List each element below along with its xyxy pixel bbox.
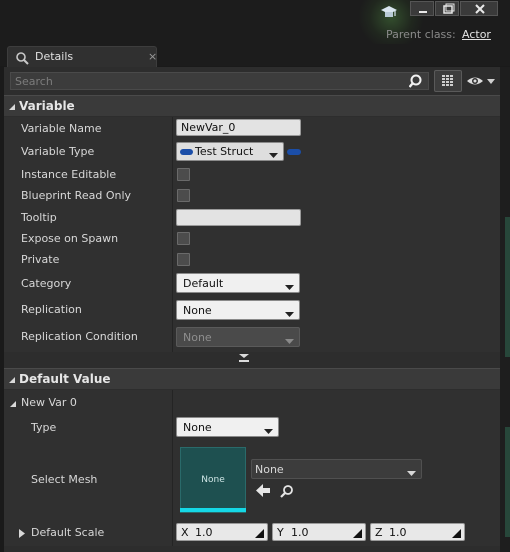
- category-value: Default: [183, 277, 224, 290]
- y-value: 1.0: [291, 526, 309, 539]
- type-value: None: [183, 421, 212, 434]
- replication-label: Replication: [21, 303, 82, 316]
- rep-condition-label: Replication Condition: [21, 330, 138, 343]
- tooltip-label: Tooltip: [21, 211, 57, 224]
- default-value-section-title: Default Value: [19, 372, 111, 386]
- expand-arrow-icon[interactable]: [9, 398, 17, 411]
- variable-name-label: Variable Name: [21, 122, 102, 135]
- scale-x-input[interactable]: X 1.0: [176, 523, 268, 541]
- expose-on-spawn-checkbox[interactable]: [177, 232, 190, 245]
- resize-handle-icon: [255, 528, 264, 541]
- viewport-edge: [500, 67, 510, 552]
- resize-handle-icon: [353, 528, 362, 541]
- rep-condition-value: None: [183, 331, 212, 344]
- parent-class-link[interactable]: Actor: [462, 28, 491, 41]
- expand-right-icon[interactable]: [19, 528, 25, 541]
- bp-read-only-label: Blueprint Read Only: [21, 189, 132, 202]
- variable-section-title: Variable: [19, 99, 75, 113]
- tab-close-icon[interactable]: ×: [148, 50, 157, 63]
- container-type-icon[interactable]: [287, 149, 301, 155]
- property-matrix-button[interactable]: [434, 70, 462, 92]
- chevron-down-icon: [285, 335, 294, 348]
- scale-z-input[interactable]: Z 1.0: [370, 523, 465, 541]
- column-divider[interactable]: [172, 117, 173, 352]
- chevron-down-icon: [264, 425, 273, 438]
- chevron-down-icon: [285, 281, 294, 294]
- instance-editable-label: Instance Editable: [21, 168, 117, 181]
- new-var-label: New Var 0: [21, 396, 77, 409]
- select-mesh-label: Select Mesh: [31, 473, 98, 486]
- resize-handle-icon: [452, 528, 461, 541]
- mesh-type-bar: [180, 508, 246, 512]
- variable-type-value: Test Struct: [195, 145, 254, 158]
- collapse-arrow-icon: [8, 374, 16, 387]
- search-input[interactable]: [11, 73, 428, 89]
- column-divider[interactable]: [172, 390, 173, 546]
- collapse-arrow-icon: [8, 101, 16, 114]
- instance-editable-checkbox[interactable]: [177, 168, 190, 181]
- type-label: Type: [31, 421, 57, 434]
- advanced-expand[interactable]: [4, 352, 500, 364]
- expose-on-spawn-label: Expose on Spawn: [21, 232, 119, 245]
- type-dropdown[interactable]: None: [176, 417, 279, 437]
- close-window-button[interactable]: [460, 1, 498, 16]
- z-value: 1.0: [389, 526, 407, 539]
- x-axis-label: X: [181, 526, 189, 539]
- category-combo[interactable]: Default: [176, 273, 300, 293]
- details-icon: [15, 51, 29, 68]
- expand-advanced-icon: [239, 354, 249, 362]
- browse-search-icon[interactable]: [280, 484, 294, 501]
- graduation-cap-icon[interactable]: [380, 4, 398, 20]
- maximize-button[interactable]: [435, 1, 459, 16]
- tooltip-input[interactable]: [176, 209, 301, 226]
- struct-pin-icon: [180, 149, 193, 155]
- replication-dropdown[interactable]: None: [176, 300, 300, 320]
- tab-details-label: Details: [35, 50, 74, 63]
- variable-type-dropdown[interactable]: Test Struct: [176, 142, 284, 161]
- chevron-down-icon: [269, 149, 278, 162]
- search-box[interactable]: [10, 72, 429, 90]
- private-label: Private: [21, 253, 60, 266]
- y-axis-label: Y: [277, 526, 284, 539]
- search-icon[interactable]: [408, 73, 425, 92]
- category-label: Category: [21, 277, 72, 290]
- z-axis-label: Z: [375, 526, 383, 539]
- rep-condition-dropdown[interactable]: None: [176, 327, 300, 347]
- minimize-button[interactable]: [410, 1, 434, 16]
- mesh-thumbnail[interactable]: None: [180, 447, 246, 513]
- view-options-button[interactable]: [465, 72, 497, 90]
- default-value-section-header[interactable]: Default Value: [4, 368, 500, 389]
- tab-details[interactable]: Details ×: [7, 46, 157, 68]
- parent-class-label: Parent class:: [386, 28, 456, 41]
- use-selected-arrow-icon[interactable]: [256, 484, 271, 500]
- mesh-dropdown[interactable]: None: [251, 459, 422, 479]
- replication-value: None: [183, 304, 212, 317]
- x-value: 1.0: [195, 526, 213, 539]
- scale-y-input[interactable]: Y 1.0: [272, 523, 366, 541]
- chevron-down-icon: [407, 467, 416, 480]
- chevron-down-icon: [285, 308, 294, 321]
- mesh-value: None: [255, 463, 284, 476]
- default-scale-label: Default Scale: [31, 526, 105, 539]
- variable-name-input[interactable]: NewVar_0: [176, 119, 301, 136]
- private-checkbox[interactable]: [177, 253, 190, 266]
- bp-read-only-checkbox[interactable]: [177, 189, 190, 202]
- mesh-thumbnail-text: None: [201, 475, 225, 485]
- variable-section-header[interactable]: Variable: [4, 95, 500, 116]
- variable-type-label: Variable Type: [21, 145, 95, 158]
